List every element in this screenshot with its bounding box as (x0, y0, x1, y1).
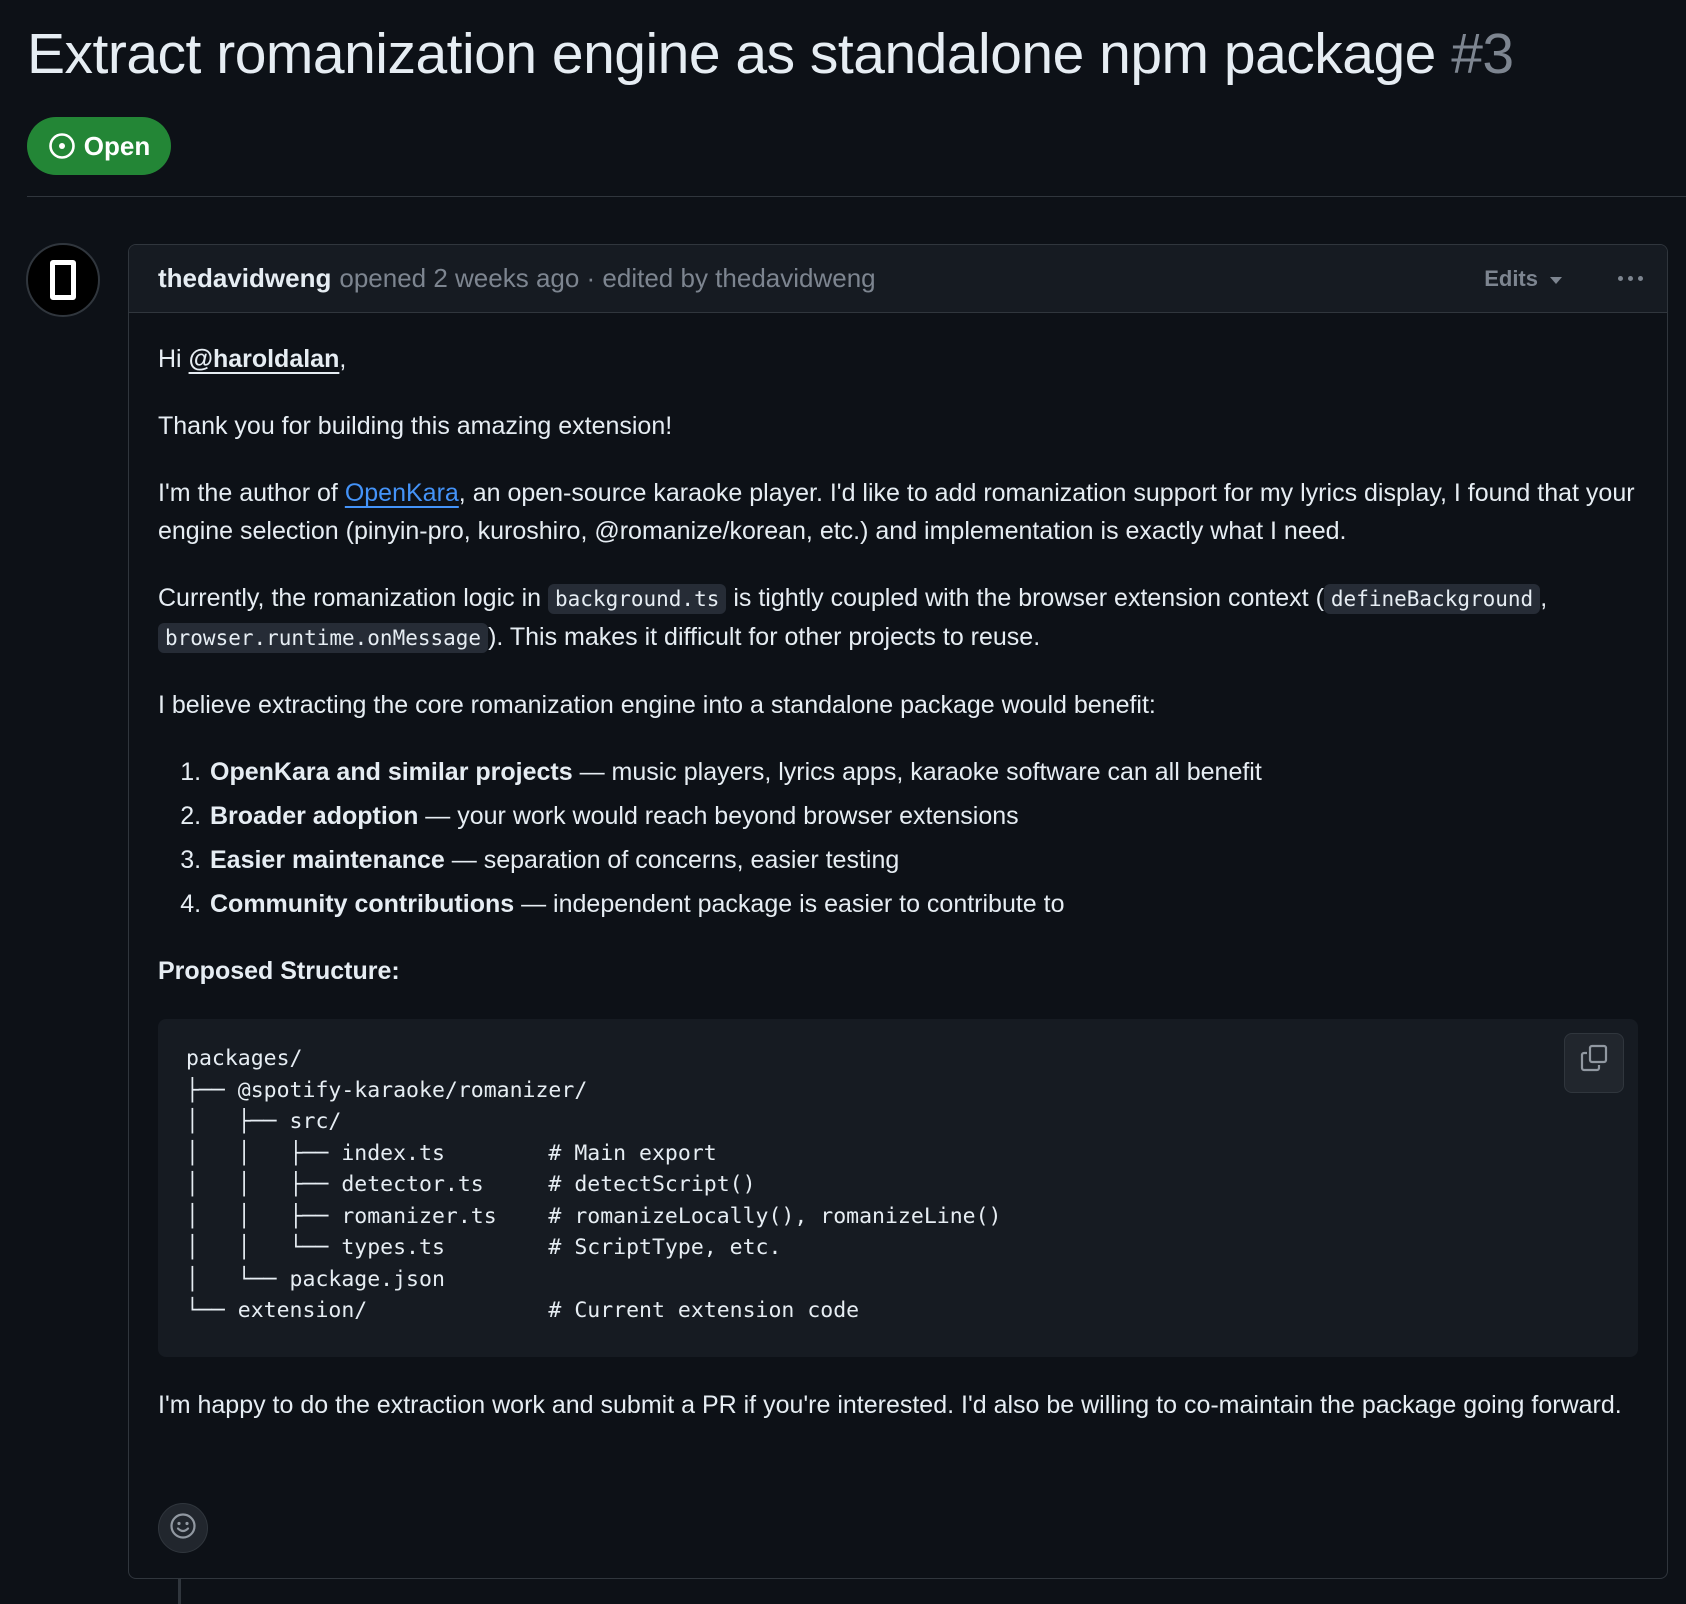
inline-code-define: defineBackground (1323, 584, 1541, 614)
list-item-strong: Easier maintenance (210, 846, 445, 874)
add-reaction-button[interactable] (158, 1503, 208, 1553)
code-line: │ │ ├── detector.ts # detectScript() (186, 1172, 756, 1197)
comment-meta: opened 2 weeks ago · edited by thedavidw… (339, 263, 876, 293)
intro-prefix: I'm the author of (158, 479, 345, 507)
comment-options-button[interactable] (1614, 270, 1647, 287)
intro-paragraph: I'm the author of OpenKara, an open-sour… (158, 474, 1638, 550)
issue-comment: thedavidweng opened 2 weeks ago · edited… (128, 244, 1668, 1579)
inline-code-background: background.ts (548, 584, 727, 614)
current-text-4: ). This makes it difficult for other pro… (488, 623, 1041, 651)
list-item: Broader adoption — your work would reach… (208, 797, 1638, 835)
copy-icon (1579, 1043, 1609, 1084)
code-line: packages/ (186, 1046, 303, 1071)
issue-title-text: Extract romanization engine as standalon… (27, 22, 1436, 86)
kebab-dot (1638, 276, 1643, 281)
current-text-3: , (1540, 584, 1548, 612)
list-item-strong: Community contributions (210, 890, 515, 918)
benefits-list: OpenKara and similar projects — music pl… (158, 753, 1638, 923)
thanks-paragraph: Thank you for building this amazing exte… (158, 412, 673, 440)
edits-dropdown-button[interactable]: Edits (1484, 266, 1562, 292)
greeting-paragraph: Hi @haroldalan, (158, 340, 1638, 378)
list-item-text: — independent package is easier to contr… (514, 890, 1065, 918)
list-item-text: — your work would reach beyond browser e… (418, 802, 1019, 830)
kebab-horizontal-icon (1618, 276, 1623, 281)
believe-paragraph: I believe extracting the core romanizati… (158, 691, 1156, 719)
code-line: │ │ ├── index.ts # Main export (186, 1140, 717, 1166)
author-name-link[interactable]: thedavidweng (158, 263, 331, 294)
list-item: Community contributions — independent pa… (208, 885, 1638, 923)
issue-state-badge: Open (27, 117, 171, 175)
list-item-text: — music players, lyrics apps, karaoke so… (572, 758, 1262, 786)
kebab-dot (1628, 276, 1633, 281)
code-block-content[interactable]: packages/ ├── @spotify-karaoke/romanizer… (186, 1043, 1610, 1327)
header-divider (27, 196, 1686, 197)
greeting-prefix: Hi (158, 345, 189, 373)
current-text-1: Currently, the romanization logic in (158, 584, 548, 612)
code-line: │ │ ├── romanizer.ts # romanizeLocally()… (186, 1203, 1002, 1229)
code-line: ├── @spotify-karaoke/romanizer/ (186, 1077, 588, 1103)
code-line: │ └── package.json (186, 1266, 445, 1292)
current-paragraph: Currently, the romanization logic in bac… (158, 579, 1638, 657)
closing-paragraph: I'm happy to do the extraction work and … (158, 1391, 1622, 1419)
comment-body: Hi @haroldalan, Thank you for building t… (129, 313, 1667, 1424)
inline-code-runtime: browser.runtime.onMessage (158, 623, 489, 653)
list-item: Easier maintenance — separation of conce… (208, 841, 1638, 879)
code-block: packages/ ├── @spotify-karaoke/romanizer… (158, 1019, 1638, 1357)
comment-header: thedavidweng opened 2 weeks ago · edited… (129, 245, 1667, 313)
list-item-strong: Broader adoption (210, 802, 419, 830)
edits-label: Edits (1484, 265, 1538, 291)
list-item-strong: OpenKara and similar projects (210, 758, 573, 786)
copy-code-button[interactable] (1564, 1033, 1624, 1093)
timeline-connector (178, 1579, 181, 1604)
current-text-2: is tightly coupled with the browser exte… (726, 584, 1324, 612)
proposed-structure-heading: Proposed Structure: (158, 957, 400, 985)
code-line: │ ├── src/ (186, 1109, 342, 1134)
issue-title: Extract romanization engine as standalon… (27, 18, 1686, 90)
list-item: OpenKara and similar projects — music pl… (208, 753, 1638, 791)
greeting-suffix: , (339, 345, 347, 373)
code-line: │ │ └── types.ts # ScriptType, etc. (186, 1235, 782, 1260)
smiley-icon (168, 1511, 198, 1546)
code-line: └── extension/ # Current extension code (186, 1298, 860, 1323)
list-item-text: — separation of concerns, easier testing (444, 846, 900, 874)
issue-opened-icon (48, 132, 76, 160)
issue-state-label: Open (83, 130, 151, 161)
issue-header: Extract romanization engine as standalon… (27, 18, 1686, 90)
author-avatar[interactable] (26, 243, 100, 317)
triangle-down-icon (1550, 276, 1562, 284)
avatar-logo-glyph (50, 260, 76, 300)
mention-link[interactable]: @haroldalan (189, 345, 340, 373)
issue-number: #3 (1451, 22, 1514, 86)
openkara-link[interactable]: OpenKara (345, 479, 459, 507)
